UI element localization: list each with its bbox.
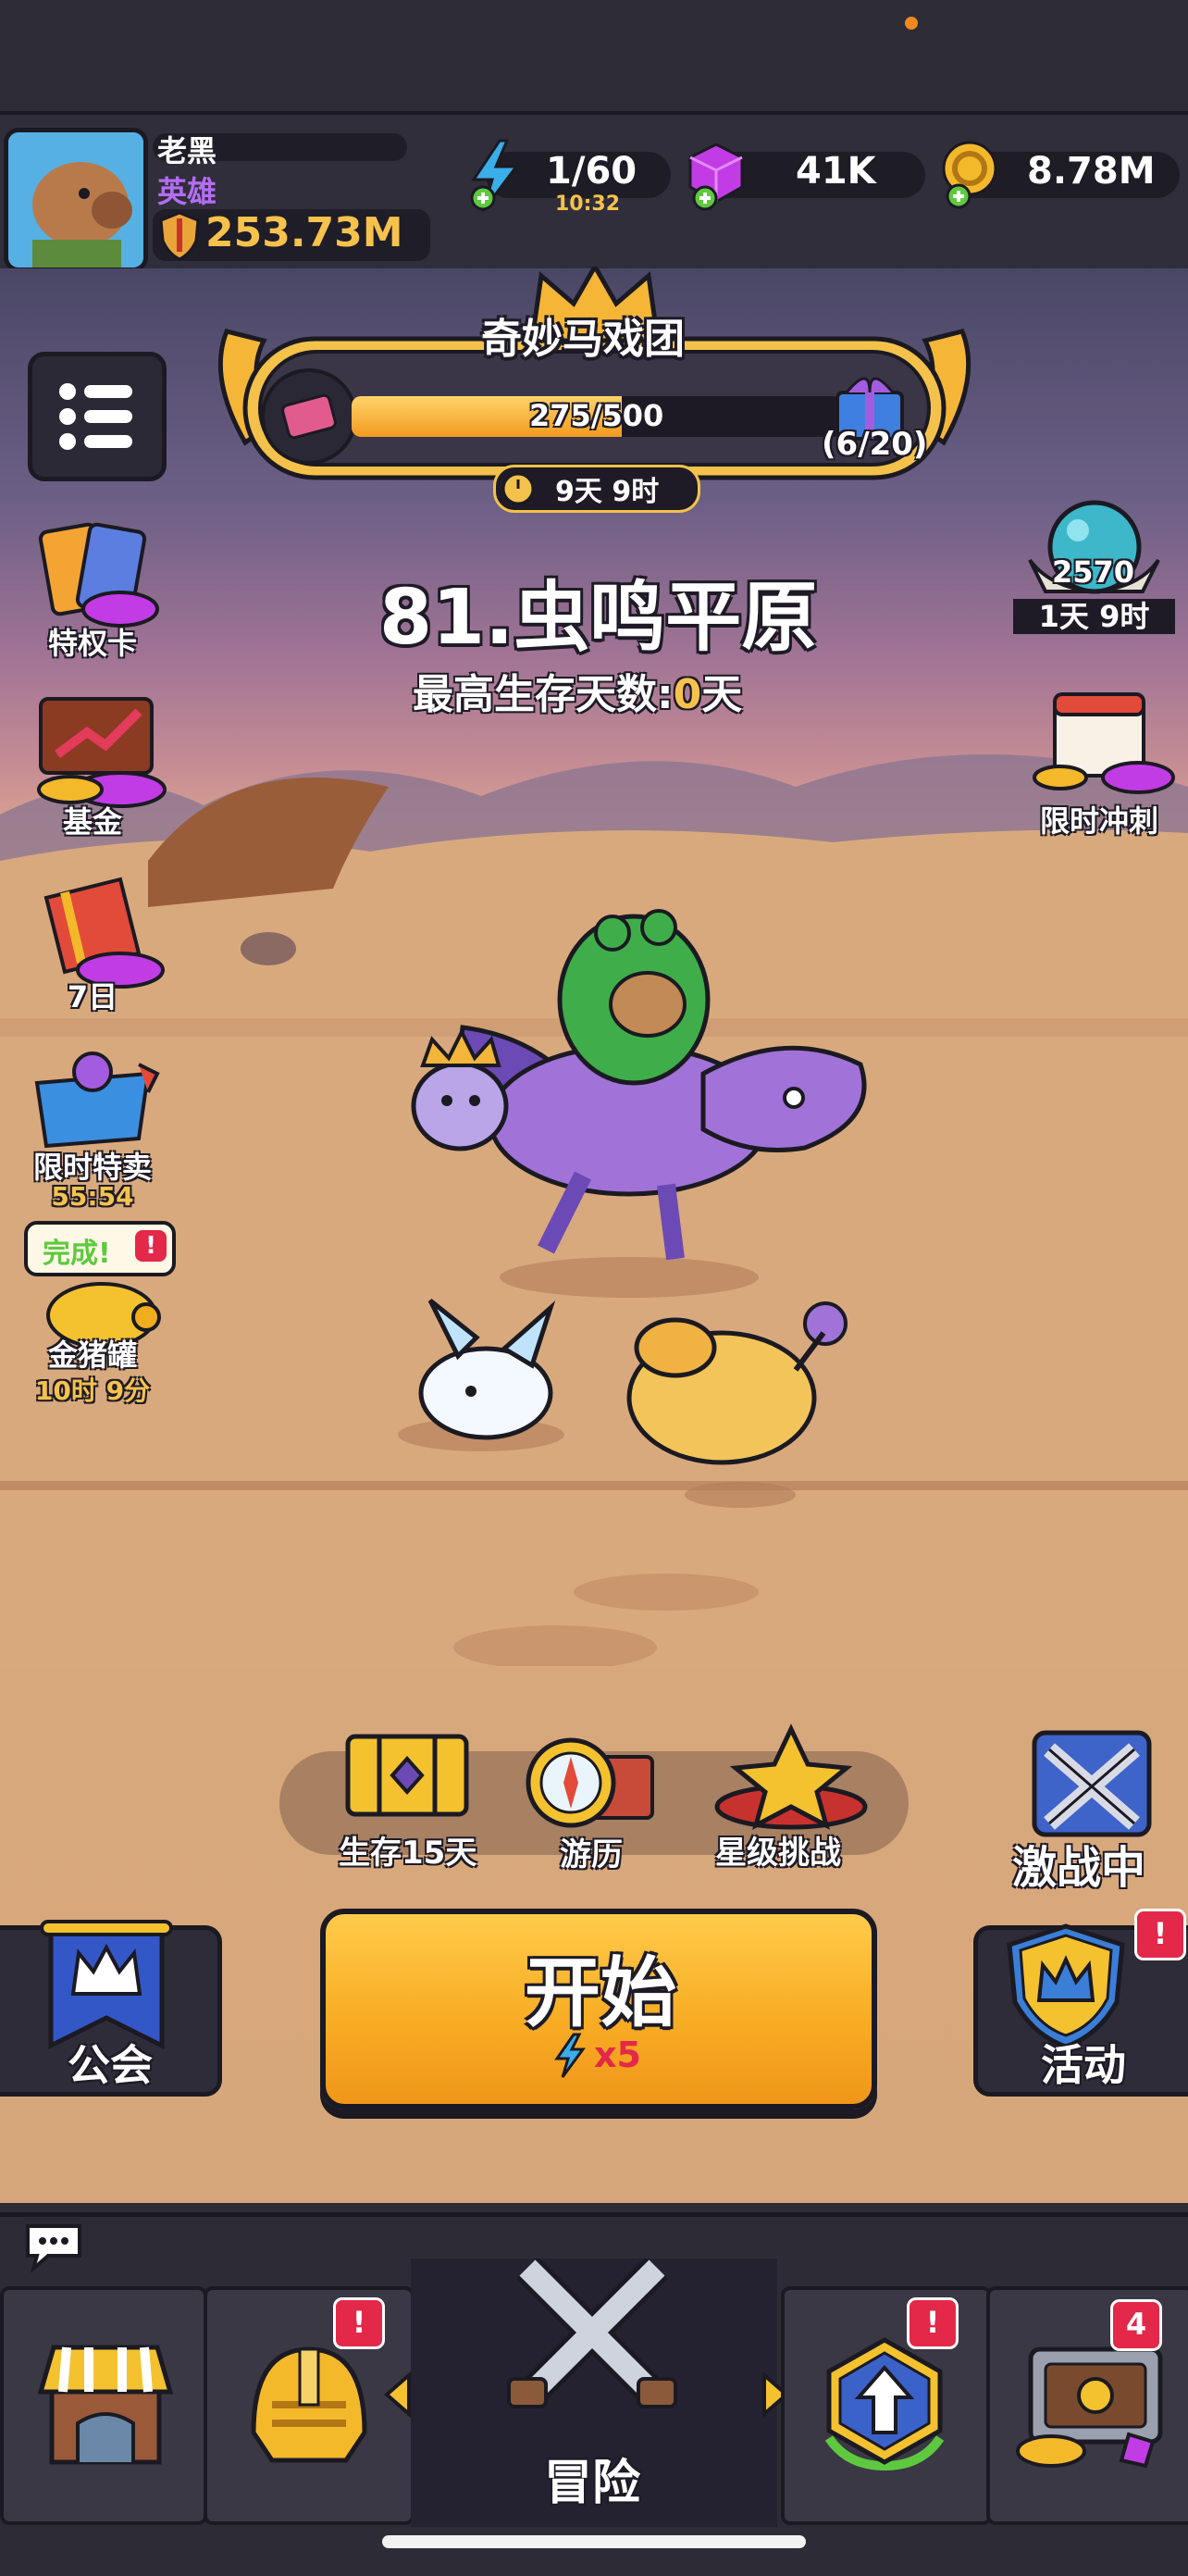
upgrade-alert-badge: ! [907, 2297, 959, 2349]
left-item-privilege-card[interactable]: 特权卡 [9, 509, 176, 662]
event-title: 奇妙马戏团 [481, 316, 685, 363]
white-bunny-pet [418, 1299, 556, 1440]
quick-action-star-challenge[interactable]: 星级挑战 [699, 1722, 884, 1872]
seven-days-label: 7日 [67, 979, 118, 1014]
treasure-chest-icon [345, 1734, 469, 1817]
piggy-bank-timer: 10时 9分 [34, 1375, 151, 1406]
best-value: 0 [673, 671, 702, 718]
event-progress-text: 275/500 [529, 398, 664, 433]
recording-indicator [905, 17, 918, 30]
nav-upgrade[interactable] [781, 2286, 992, 2525]
list-menu-icon [59, 383, 132, 450]
piggy-bank-label: 金猪罐 [47, 1338, 137, 1373]
complete-alert-badge: ! [135, 1230, 167, 1262]
nav-active-label: 冒险 [544, 2456, 641, 2511]
activity-alert-badge: ! [1134, 1909, 1186, 1960]
stage-title: 81.虫鸣平原 [379, 574, 818, 662]
gold-coin-icon [942, 141, 997, 209]
treasury-count-badge: 4 [1110, 2299, 1162, 2351]
limited-sprint-label: 限时冲刺 [1039, 803, 1158, 839]
guild-button[interactable]: 公会 [0, 1920, 222, 2097]
player-name: 老黑 [157, 133, 217, 168]
start-button[interactable]: 开始 x5 [320, 1909, 877, 2109]
start-cost: x5 [594, 2035, 641, 2075]
privilege-card-icon [38, 522, 159, 628]
ticket-icon [281, 393, 337, 440]
chat-bubble-icon [26, 2224, 81, 2274]
nav-left-arrow-icon[interactable] [381, 2371, 415, 2418]
best-unit: 天 [701, 671, 743, 718]
left-item-flash-sale[interactable]: 限时特卖 55:54 [9, 1037, 176, 1222]
crossed-swords-icon [1032, 1730, 1152, 1837]
complete-bubble: 完成! ! [24, 1221, 176, 1276]
stage-best-survival: 最高生存天数:0天 [413, 661, 742, 720]
quick-action-survive[interactable]: 生存15天 [324, 1722, 490, 1872]
left-item-piggy-bank[interactable]: 完成! ! 金猪罐 10时 9分 [9, 1217, 176, 1412]
energy-value: 1/60 [546, 150, 637, 193]
gem-cube-icon [688, 143, 744, 211]
flash-sale-timer: 55:54 [51, 1181, 134, 1212]
equipment-alert-badge: ! [333, 2297, 385, 2349]
sword-shield-icon [159, 211, 200, 261]
star-pedestal-icon [714, 1724, 868, 1830]
crystal-orb-icon [1028, 500, 1160, 594]
fund-chart-icon [37, 697, 167, 808]
nav-shop[interactable] [0, 2286, 207, 2525]
avatar[interactable] [4, 128, 148, 272]
yellow-mushroom-pet [626, 1301, 848, 1465]
home-indicator[interactable] [382, 2535, 806, 2548]
privilege-card-label: 特权卡 [47, 626, 137, 661]
complete-bubble-text: 完成! [43, 1238, 111, 1270]
survive-label: 生存15天 [339, 1835, 477, 1872]
main-menu-button[interactable] [28, 352, 167, 481]
orb-value: 2570 [1052, 554, 1135, 590]
start-label: 开始 [525, 1949, 677, 2037]
best-label: 最高生存天数: [413, 671, 674, 718]
power-value: 253.73M [205, 209, 403, 256]
right-item-limited-sprint[interactable]: 限时冲刺 [1018, 685, 1180, 842]
energy-timer: 10:32 [555, 193, 621, 216]
quick-action-travel[interactable]: 游历 [514, 1731, 680, 1873]
guild-label: 公会 [68, 2040, 153, 2090]
system-status-bar [0, 0, 1188, 111]
activity-label: 活动 [1041, 2040, 1126, 2090]
chat-button[interactable] [20, 2217, 87, 2274]
right-orb-button[interactable]: 2570 1天 9时 [1013, 495, 1175, 634]
calendar-icon [1033, 692, 1175, 794]
shop-stall-icon [37, 2345, 174, 2465]
gift-bag-icon [43, 877, 165, 989]
event-reward-count: (6/20) [822, 426, 928, 463]
crossed-swords-nav-icon [507, 2259, 677, 2409]
sale-basket-icon [34, 1052, 160, 1149]
player-rank: 英雄 [157, 174, 217, 209]
nav-adventure-active[interactable]: 冒险 [411, 2259, 777, 2527]
compass-icon [526, 1737, 654, 1828]
purple-ghost-king [411, 1027, 509, 1151]
gems-value: 41K [796, 150, 876, 193]
lightning-bolt-icon [470, 139, 519, 212]
star-challenge-label: 星级挑战 [715, 1835, 841, 1872]
stopwatch-icon [501, 472, 535, 505]
upgrade-arrow-icon [824, 2337, 945, 2471]
gold-value: 8.78M [1027, 150, 1156, 193]
battle-status-button[interactable]: 激战中 [1009, 1722, 1175, 1894]
helmet-icon [251, 2346, 367, 2463]
treasure-vault-icon [1016, 2346, 1163, 2469]
event-ticket-icon [261, 368, 357, 465]
capybara-avatar-icon [8, 132, 143, 268]
left-item-fund[interactable]: 基金 [9, 680, 176, 842]
event-timer: 9天 9时 [555, 476, 660, 508]
left-item-seven-days[interactable]: 7日 [9, 861, 176, 1018]
orb-timer: 1天 9时 [1013, 599, 1175, 634]
fund-label: 基金 [62, 804, 122, 840]
crown-shield-icon [1007, 1923, 1125, 2049]
battle-status-label: 激战中 [1012, 1842, 1146, 1894]
travel-label: 游历 [560, 1836, 623, 1873]
energy-cost-icon [554, 2033, 586, 2078]
